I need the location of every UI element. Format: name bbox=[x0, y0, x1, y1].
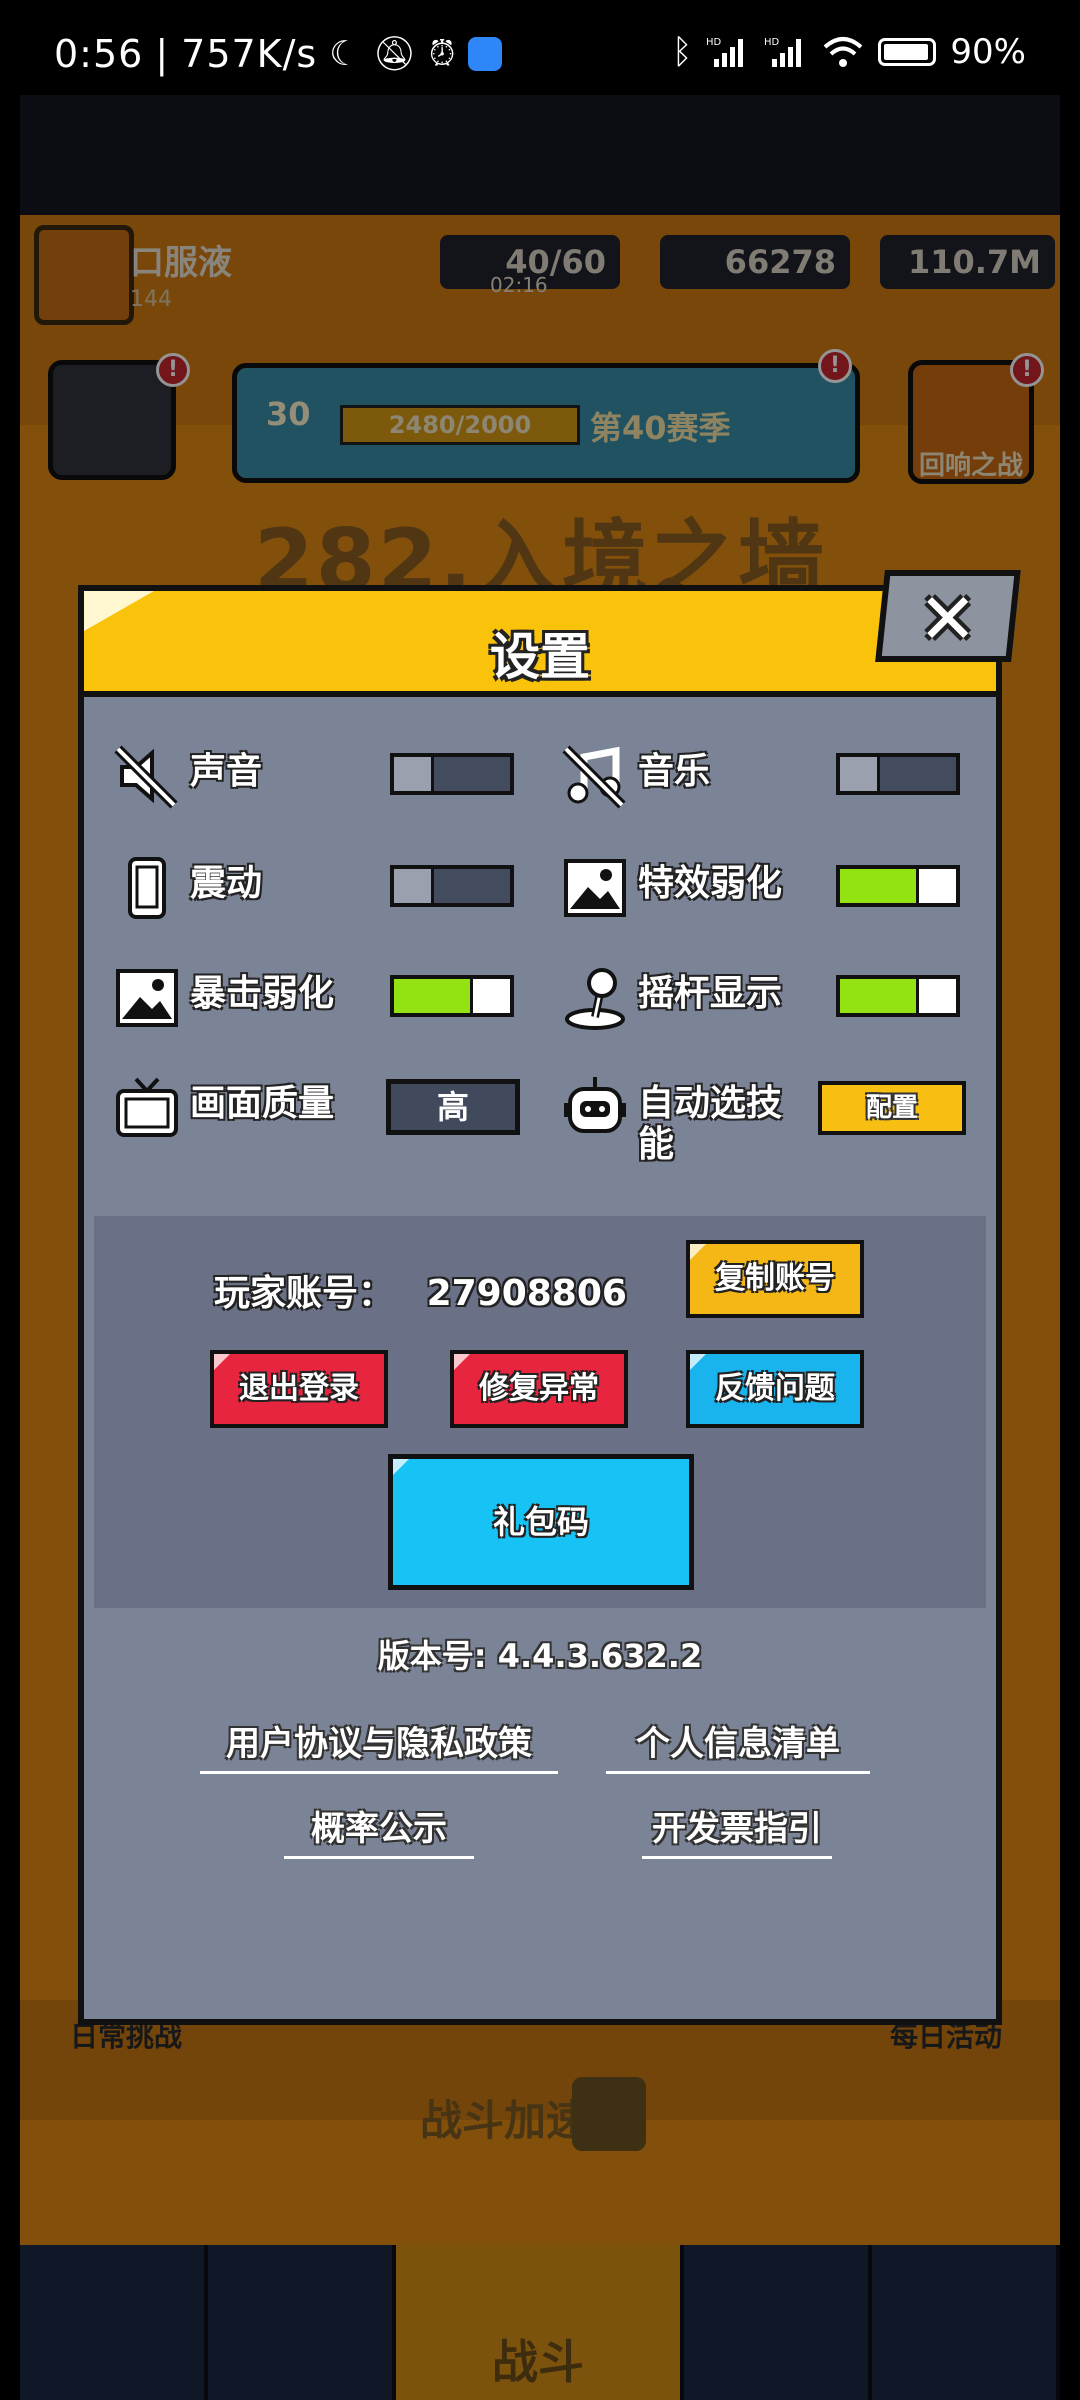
toggle-knob bbox=[840, 757, 880, 791]
moon-icon: ☾ bbox=[329, 34, 361, 74]
toggle-knob bbox=[916, 869, 956, 903]
joystick-label: 摇杆显示 bbox=[638, 973, 783, 1014]
account-id-row: 玩家账号： 27908806 bbox=[214, 1264, 627, 1316]
effects-reduce-label: 特效弱化 bbox=[638, 863, 783, 904]
crit-reduce-toggle[interactable] bbox=[390, 975, 514, 1017]
toggle-knob bbox=[394, 757, 434, 791]
toggle-track bbox=[434, 757, 510, 791]
repair-button[interactable]: 修复异常 bbox=[450, 1350, 628, 1428]
settings-dialog: 设置 声音 音乐 震动 特效弱化 暴击弱化 摇杆显示 画面质量 高 自动选技能 bbox=[78, 585, 1002, 2025]
sound-muted-icon bbox=[114, 745, 178, 809]
gift-code-button[interactable]: 礼包码 bbox=[388, 1454, 694, 1590]
joystick-toggle[interactable] bbox=[836, 975, 960, 1017]
svg-text:HD: HD bbox=[706, 37, 722, 48]
graphics-quality-label: 画面质量 bbox=[190, 1083, 335, 1124]
probability-link[interactable]: 概率公示 bbox=[284, 1801, 474, 1859]
toggle-track bbox=[394, 979, 470, 1013]
alarm-icon: ⏰︎ bbox=[428, 34, 457, 74]
bluetooth-icon: ᛒ bbox=[672, 32, 693, 72]
account-panel: 玩家账号： 27908806 复制账号 退出登录 修复异常 反馈问题 礼包码 bbox=[94, 1216, 986, 1608]
status-separator: | bbox=[155, 32, 170, 76]
app-icon bbox=[468, 37, 503, 71]
sound-label: 声音 bbox=[190, 751, 263, 792]
auto-skill-setting: 自动选技能 bbox=[560, 1073, 860, 1165]
image-icon bbox=[564, 859, 626, 917]
personal-info-link[interactable]: 个人信息清单 bbox=[606, 1716, 870, 1774]
logout-button[interactable]: 退出登录 bbox=[210, 1350, 388, 1428]
toggle-knob bbox=[470, 979, 510, 1013]
user-agreement-link[interactable]: 用户协议与隐私政策 bbox=[200, 1716, 558, 1774]
music-muted-icon bbox=[562, 745, 626, 809]
toggle-knob bbox=[394, 869, 434, 903]
effects-reduce-toggle[interactable] bbox=[836, 865, 960, 907]
dialog-title: 设置 bbox=[490, 628, 590, 686]
dialog-header: 设置 bbox=[78, 585, 1002, 697]
close-icon: ✕ bbox=[918, 578, 978, 660]
music-label: 音乐 bbox=[638, 751, 711, 792]
battery-icon bbox=[878, 38, 937, 66]
signal-hd-icon: HD bbox=[764, 37, 802, 67]
network-speed: 757K/s bbox=[181, 32, 318, 76]
battery-level: 90% bbox=[950, 32, 1026, 72]
close-button[interactable]: ✕ bbox=[875, 570, 1021, 662]
toggle-knob bbox=[916, 979, 956, 1013]
svg-text:HD: HD bbox=[764, 37, 780, 48]
toggle-track bbox=[434, 869, 510, 903]
version-label: 版本号: 4.4.3.632.2 bbox=[377, 1637, 703, 1675]
vibration-label: 震动 bbox=[190, 863, 263, 904]
wifi-icon bbox=[824, 37, 863, 67]
status-bar: 0:56 | 757K/s ☾ 🔕︎ ⏰︎ ᛒ HD HD 90% bbox=[0, 0, 1080, 95]
phone-vibrate-icon bbox=[128, 857, 166, 919]
clock: 0:56 bbox=[54, 32, 144, 76]
mute-bell-icon: 🔕︎ bbox=[372, 34, 417, 74]
image-icon bbox=[116, 969, 178, 1027]
toggle-track bbox=[880, 757, 956, 791]
auto-skill-label: 自动选技能 bbox=[638, 1083, 783, 1166]
sound-toggle[interactable] bbox=[390, 753, 514, 795]
auto-skill-config-button[interactable]: 配置 bbox=[818, 1081, 966, 1135]
robot-icon bbox=[564, 1077, 626, 1133]
copy-account-button[interactable]: 复制账号 bbox=[686, 1240, 864, 1318]
account-id: 27908806 bbox=[426, 1273, 627, 1314]
graphics-quality-select[interactable]: 高 bbox=[386, 1079, 520, 1135]
vibration-toggle[interactable] bbox=[390, 865, 514, 907]
toggle-track bbox=[840, 869, 916, 903]
crit-reduce-label: 暴击弱化 bbox=[190, 973, 335, 1014]
toggle-track bbox=[840, 979, 916, 1013]
feedback-button[interactable]: 反馈问题 bbox=[686, 1350, 864, 1428]
account-label: 玩家账号： bbox=[214, 1273, 395, 1314]
music-toggle[interactable] bbox=[836, 753, 960, 795]
signal-hd-icon: HD bbox=[706, 37, 744, 67]
invoice-guide-link[interactable]: 开发票指引 bbox=[642, 1801, 832, 1859]
tv-icon bbox=[116, 1077, 178, 1137]
joystick-icon bbox=[565, 968, 625, 1030]
